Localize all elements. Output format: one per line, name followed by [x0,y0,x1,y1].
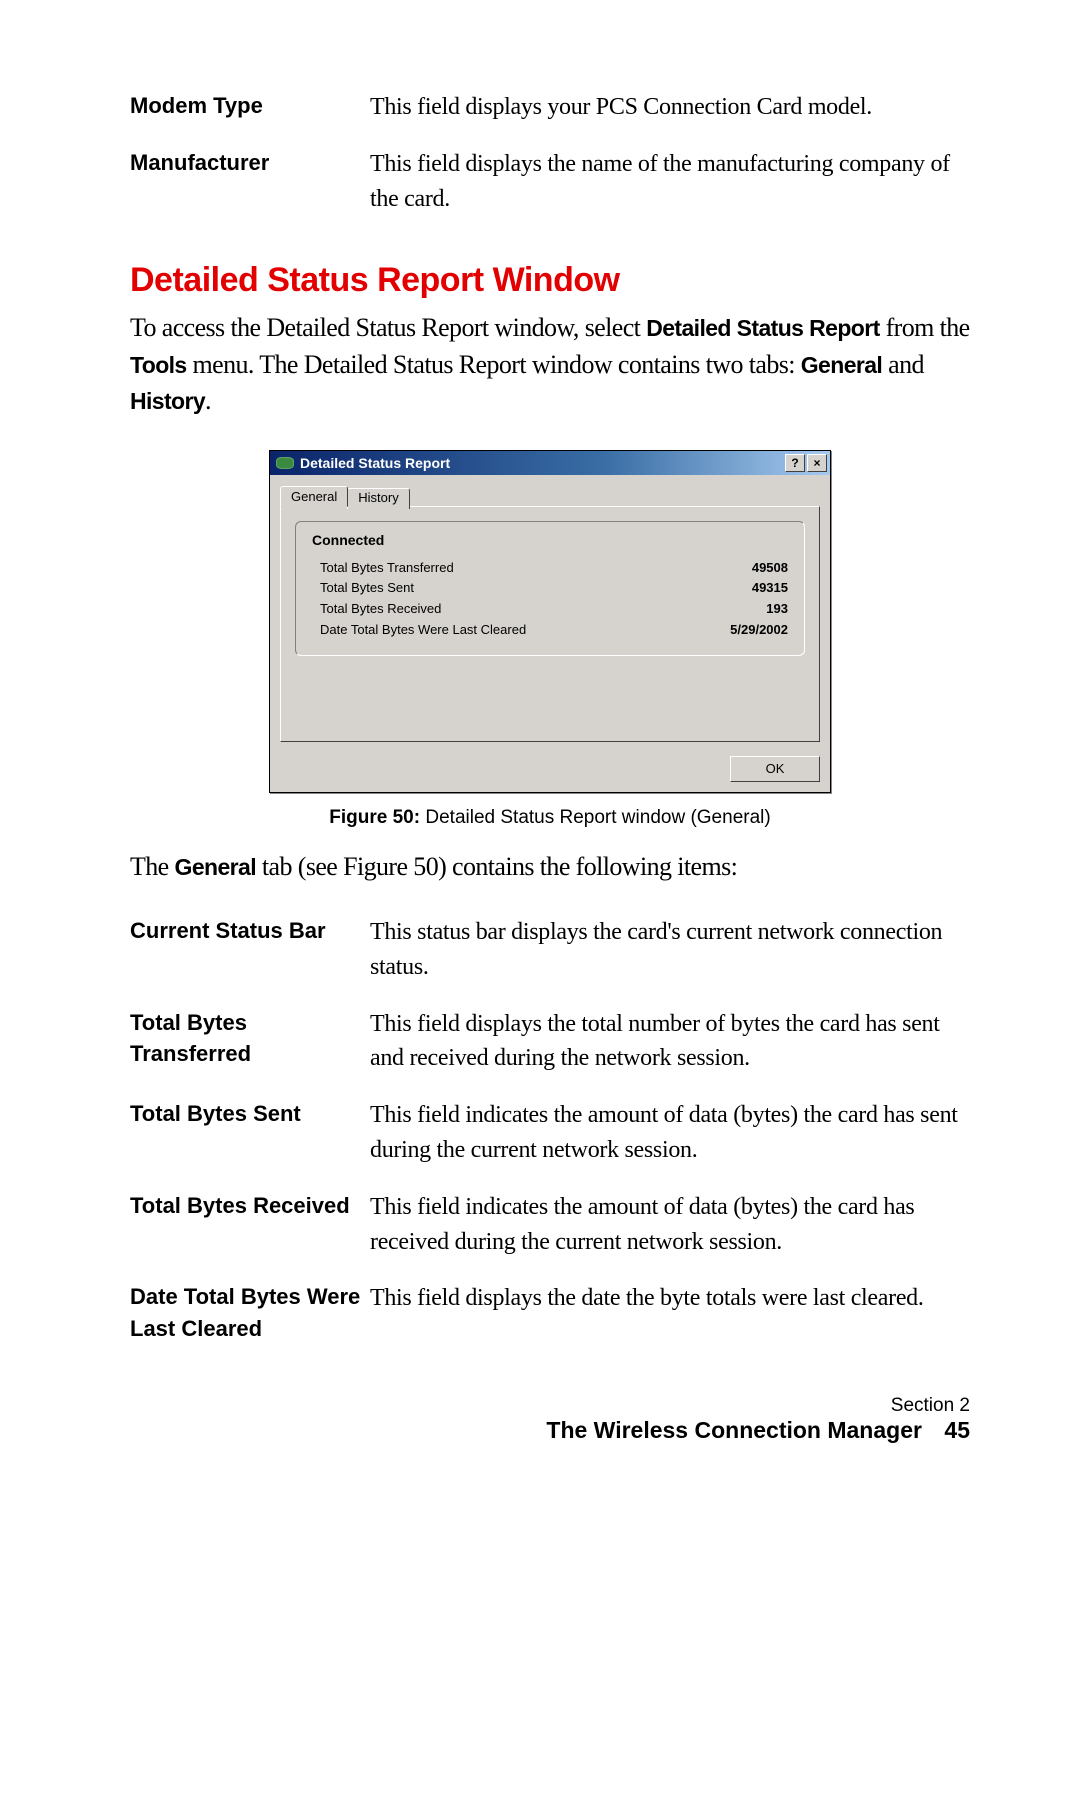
page-footer: Section 2 The Wireless Connection Manage… [130,1395,970,1444]
status-report-dialog: Detailed Status Report ? × General Histo… [269,450,831,793]
def-row: Date Total Bytes Were Last Cleared This … [130,1281,970,1345]
footer-page-number: 45 [944,1417,970,1443]
stat-value: 5/29/2002 [698,620,788,641]
footer-section: Section 2 [130,1395,970,1417]
def-row: Current Status Bar This status bar displ… [130,915,970,985]
def-desc: This field displays your PCS Connection … [370,90,970,125]
text: . [205,386,211,415]
def-term: Modem Type [130,90,370,125]
stat-row: Total Bytes Sent 49315 [312,578,788,599]
status-group: Connected Total Bytes Transferred 49508 … [295,521,805,656]
tab-general[interactable]: General [280,486,348,507]
stat-label: Total Bytes Received [320,599,698,620]
dialog-title: Detailed Status Report [300,455,783,471]
text: The [130,852,175,881]
ok-button[interactable]: OK [730,756,820,782]
bold-text: General [175,854,256,880]
text: tab (see Figure 50) contains the followi… [256,852,737,881]
def-desc: This field displays the name of the manu… [370,147,970,217]
def-row-modem-type: Modem Type This field displays your PCS … [130,90,970,125]
def-desc: This field indicates the amount of data … [370,1098,970,1168]
status-label: Connected [312,532,788,548]
tab-history[interactable]: History [347,488,409,509]
stat-row: Total Bytes Transferred 49508 [312,558,788,579]
def-row: Total Bytes Received This field indicate… [130,1190,970,1260]
def-desc: This field indicates the amount of data … [370,1190,970,1260]
help-button[interactable]: ? [785,454,805,472]
stat-value: 49508 [698,558,788,579]
text: from the [880,313,970,342]
stat-row: Total Bytes Received 193 [312,599,788,620]
section-heading: Detailed Status Report Window [130,261,970,300]
def-term: Manufacturer [130,147,370,217]
def-term: Total Bytes Transferred [130,1007,370,1077]
figure-wrap: Detailed Status Report ? × General Histo… [130,450,970,793]
def-term: Date Total Bytes Were Last Cleared [130,1281,370,1345]
tab-strip: General History [280,486,820,507]
figure-number: Figure 50: [329,807,420,828]
bold-text: Tools [130,352,187,378]
def-row: Total Bytes Transferred This field displ… [130,1007,970,1077]
dialog-titlebar: Detailed Status Report ? × [270,451,830,475]
def-term: Total Bytes Received [130,1190,370,1260]
bold-text: General [801,352,882,378]
stat-label: Total Bytes Sent [320,578,698,599]
tab-panel-general: Connected Total Bytes Transferred 49508 … [280,506,820,742]
stat-label: Date Total Bytes Were Last Cleared [320,620,698,641]
post-figure-paragraph: The General tab (see Figure 50) contains… [130,849,970,885]
intro-paragraph: To access the Detailed Status Report win… [130,310,970,419]
def-row-manufacturer: Manufacturer This field displays the nam… [130,147,970,217]
close-button[interactable]: × [807,454,827,472]
bold-text: History [130,388,205,414]
text: menu. The Detailed Status Report window … [187,350,801,379]
figure-text: Detailed Status Report window (General) [420,807,771,828]
def-row: Total Bytes Sent This field indicates th… [130,1098,970,1168]
def-desc: This field displays the total number of … [370,1007,970,1077]
text: To access the Detailed Status Report win… [130,313,646,342]
stat-label: Total Bytes Transferred [320,558,698,579]
def-desc: This status bar displays the card's curr… [370,915,970,985]
def-desc: This field displays the date the byte to… [370,1281,970,1345]
bold-text: Detailed Status Report [646,315,879,341]
dialog-button-row: OK [270,748,830,792]
def-term: Current Status Bar [130,915,370,985]
footer-title: The Wireless Connection Manager [546,1417,922,1443]
figure-caption: Figure 50: Detailed Status Report window… [130,807,970,829]
stat-row: Date Total Bytes Were Last Cleared 5/29/… [312,620,788,641]
text: and [882,350,924,379]
app-icon [276,457,294,469]
stat-value: 193 [698,599,788,620]
def-term: Total Bytes Sent [130,1098,370,1168]
stat-value: 49315 [698,578,788,599]
